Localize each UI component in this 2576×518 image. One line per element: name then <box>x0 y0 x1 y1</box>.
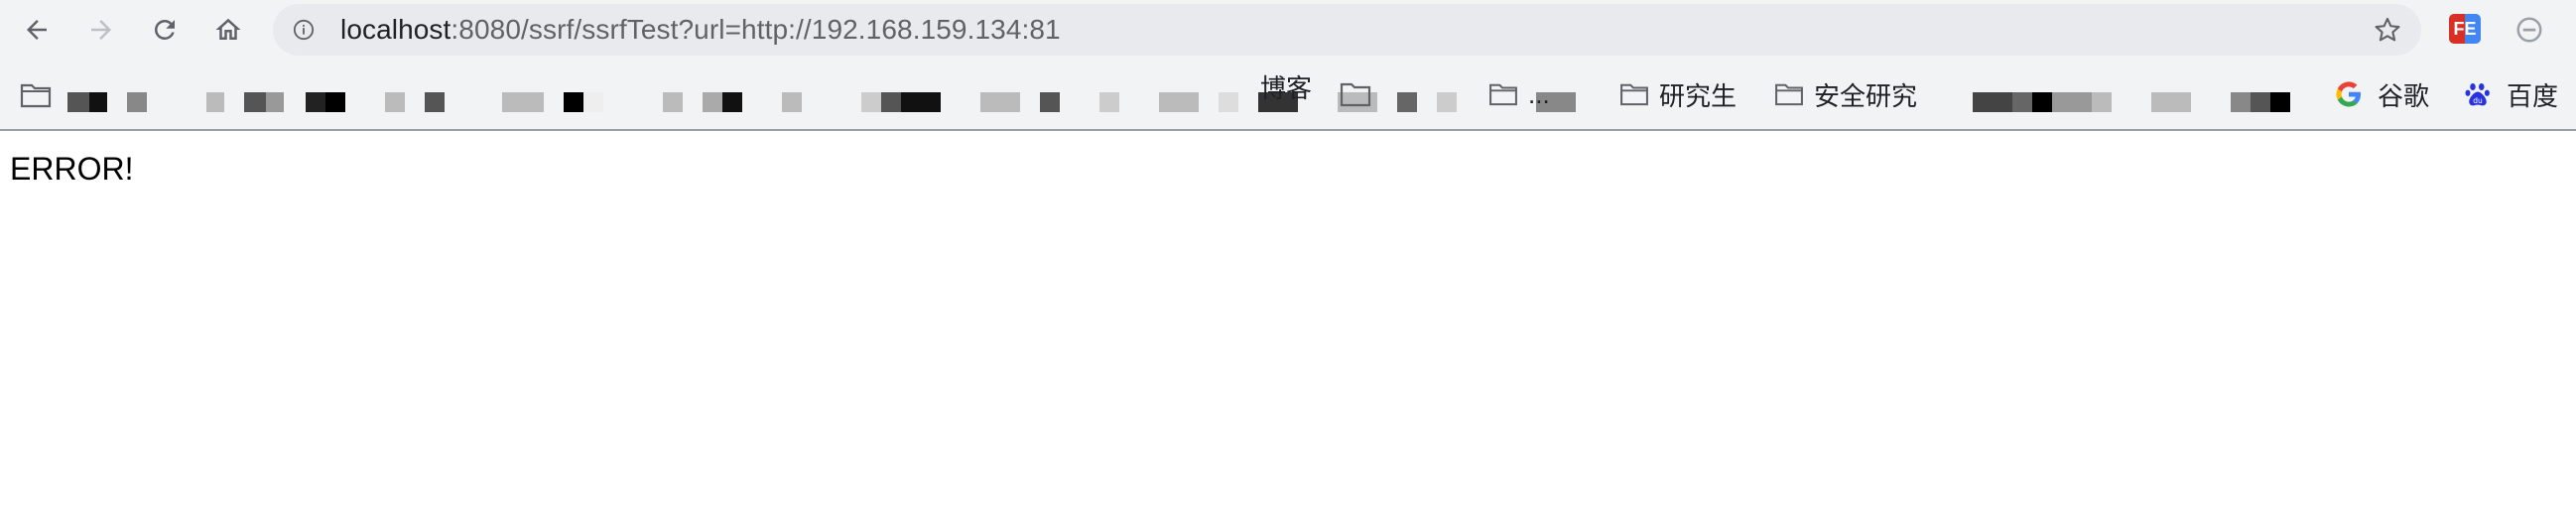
info-circle-icon[interactable] <box>293 19 315 41</box>
arrow-right-icon <box>91 20 111 40</box>
browser-toolbar: localhost:8080/ssrf/ssrfTest?url=http://… <box>0 0 2576 60</box>
baidu-icon: du <box>2465 83 2490 106</box>
folder-icon[interactable] <box>20 82 52 108</box>
error-message: ERROR! <box>10 151 134 187</box>
back-button[interactable] <box>15 8 59 52</box>
folder-icon[interactable] <box>1340 81 1371 107</box>
url-path: :8080/ssrf/ssrfTest?url=http://192.168.1… <box>451 14 1061 45</box>
bookmark-label: 安全研究 <box>1814 80 1918 111</box>
folder-icon <box>1489 83 1517 106</box>
bookmark-star-icon[interactable] <box>2374 16 2401 44</box>
google-icon <box>2336 81 2361 107</box>
bookmark-label: 谷歌 <box>2378 80 2430 111</box>
bookmark-label: 研究生 <box>1659 80 1738 111</box>
bookmark-security-research[interactable]: 安全研究 <box>1774 60 1917 129</box>
reload-button[interactable] <box>143 8 187 52</box>
url-text[interactable]: localhost:8080/ssrf/ssrfTest?url=http://… <box>340 4 1061 56</box>
bookmark-label: 博客 <box>1260 72 1313 103</box>
reload-icon <box>154 19 175 40</box>
bookmark-folder-partial[interactable]: ... <box>1488 60 1550 129</box>
bookmarks-bar: 博客 ... 研究生 安全研究 谷歌 du 百度 <box>0 60 2576 131</box>
url-host: localhost <box>340 14 451 45</box>
home-button[interactable] <box>206 8 250 52</box>
fe-extension-icon[interactable]: FE <box>2449 14 2481 44</box>
minus-circle-icon[interactable] <box>2514 15 2544 45</box>
home-icon <box>215 18 241 40</box>
bookmark-label: 百度 <box>2507 80 2559 111</box>
page-content: ERROR! <box>0 131 2576 518</box>
folder-icon <box>1775 83 1803 106</box>
fe-extension-label: FE <box>2449 14 2481 44</box>
bookmark-label: ... <box>1528 78 1550 109</box>
bookmark-blog[interactable]: 博客 <box>1260 52 1312 121</box>
address-bar[interactable]: localhost:8080/ssrf/ssrfTest?url=http://… <box>273 4 2421 56</box>
bookmark-baidu[interactable]: du 百度 <box>2463 60 2558 129</box>
folder-icon <box>1620 83 1648 106</box>
bookmark-google[interactable]: 谷歌 <box>2334 60 2429 129</box>
svg-text:du: du <box>2473 96 2483 105</box>
arrow-left-icon <box>27 20 47 40</box>
bookmark-grad-research[interactable]: 研究生 <box>1619 60 1737 129</box>
forward-button[interactable] <box>79 8 123 52</box>
